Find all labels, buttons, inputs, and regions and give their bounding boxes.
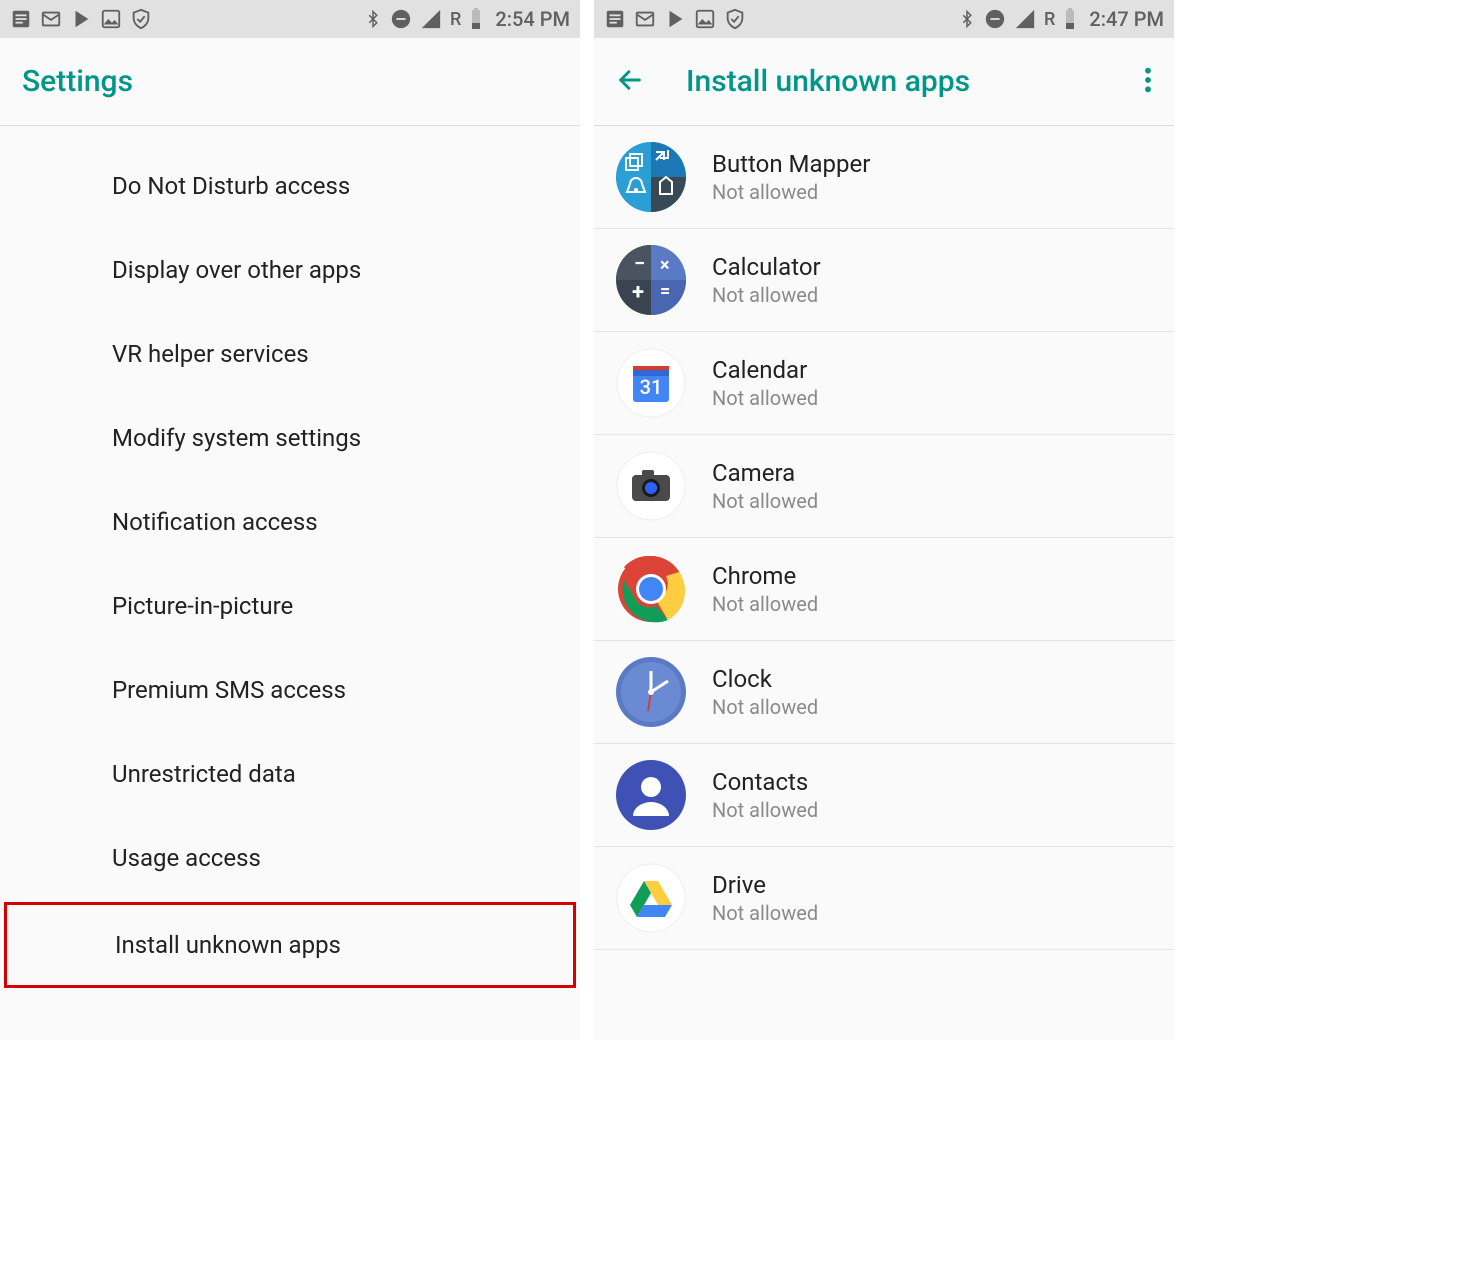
- settings-item[interactable]: Modify system settings: [0, 396, 580, 480]
- settings-item[interactable]: Notification access: [0, 480, 580, 564]
- svg-text:31: 31: [640, 375, 663, 399]
- svg-text:−: −: [634, 251, 645, 275]
- bluetooth-icon: [958, 7, 976, 31]
- page-title: Install unknown apps: [686, 64, 970, 99]
- status-bar: R 2:47 PM: [594, 0, 1174, 38]
- app-row[interactable]: DriveNot allowed: [594, 847, 1174, 950]
- battery-icon: [469, 7, 483, 31]
- app-status: Not allowed: [712, 386, 818, 410]
- calculator-icon: −× + =: [616, 245, 686, 315]
- app-name: Clock: [712, 665, 818, 693]
- calendar-icon: 31: [616, 348, 686, 418]
- shield-icon: [130, 8, 152, 30]
- dnd-icon: [984, 8, 1006, 30]
- image-icon: [694, 8, 716, 30]
- app-name: Contacts: [712, 768, 818, 796]
- app-name: Drive: [712, 871, 818, 899]
- clock-time: 2:47 PM: [1089, 7, 1164, 31]
- image-icon: [100, 8, 122, 30]
- svg-text:=: =: [660, 281, 670, 302]
- app-name: Camera: [712, 459, 818, 487]
- app-status: Not allowed: [712, 592, 818, 616]
- settings-item[interactable]: VR helper services: [0, 312, 580, 396]
- phone-left: R 2:54 PM Settings Device admin apps Do …: [0, 0, 580, 1040]
- app-list: Button MapperNot allowed−×+=CalculatorNo…: [594, 126, 1174, 1040]
- settings-item[interactable]: Unrestricted data: [0, 732, 580, 816]
- app-row[interactable]: Button MapperNot allowed: [594, 126, 1174, 229]
- more-vert-icon: [1144, 66, 1152, 94]
- signal-icon: [1014, 8, 1036, 30]
- notification-icon: [604, 8, 626, 30]
- app-row[interactable]: ClockNot allowed: [594, 641, 1174, 744]
- app-status: Not allowed: [712, 489, 818, 513]
- overflow-menu-button[interactable]: [1144, 66, 1152, 98]
- shield-icon: [724, 8, 746, 30]
- network-type: R: [450, 9, 461, 30]
- page-title: Settings: [22, 64, 133, 99]
- app-status: Not allowed: [712, 901, 818, 925]
- bluetooth-icon: [364, 7, 382, 31]
- app-status: Not allowed: [712, 695, 818, 719]
- app-status: Not allowed: [712, 283, 821, 307]
- settings-list: Device admin apps Do Not Disturb access …: [0, 126, 580, 1040]
- chrome-icon: [616, 554, 686, 624]
- app-status: Not allowed: [712, 798, 818, 822]
- settings-item[interactable]: Do Not Disturb access: [0, 144, 580, 228]
- phone-right: R 2:47 PM Install unknown apps Button Ma…: [594, 0, 1174, 1040]
- network-type: R: [1044, 9, 1055, 30]
- app-row[interactable]: ContactsNot allowed: [594, 744, 1174, 847]
- clock-icon: [616, 657, 686, 727]
- app-name: Calendar: [712, 356, 818, 384]
- play-icon: [70, 8, 92, 30]
- app-row[interactable]: −× + = CalculatorNot allowed: [594, 229, 1174, 332]
- arrow-back-icon: [616, 66, 644, 94]
- app-name: Chrome: [712, 562, 818, 590]
- app-row[interactable]: ChromeNot allowed: [594, 538, 1174, 641]
- app-row[interactable]: CameraNot allowed: [594, 435, 1174, 538]
- settings-item-install-unknown[interactable]: Install unknown apps: [7, 905, 573, 985]
- notification-icon: [10, 8, 32, 30]
- settings-item[interactable]: Usage access: [0, 816, 580, 900]
- settings-item[interactable]: Premium SMS access: [0, 648, 580, 732]
- back-button[interactable]: [616, 66, 644, 98]
- app-name: Calculator: [712, 253, 821, 281]
- battery-icon: [1063, 7, 1077, 31]
- contacts-icon: [616, 760, 686, 830]
- svg-text:+: +: [632, 280, 644, 305]
- app-bar: Settings: [0, 38, 580, 126]
- buttonmapper-icon: [616, 142, 686, 212]
- signal-icon: [420, 8, 442, 30]
- settings-item[interactable]: Picture-in-picture: [0, 564, 580, 648]
- dnd-icon: [390, 8, 412, 30]
- play-icon: [664, 8, 686, 30]
- camera-icon: [616, 451, 686, 521]
- gmail-icon: [40, 8, 62, 30]
- gmail-icon: [634, 8, 656, 30]
- clock-time: 2:54 PM: [495, 7, 570, 31]
- drive-icon: [616, 863, 686, 933]
- app-bar: Install unknown apps: [594, 38, 1174, 126]
- app-name: Button Mapper: [712, 150, 870, 178]
- status-bar: R 2:54 PM: [0, 0, 580, 38]
- app-status: Not allowed: [712, 180, 870, 204]
- settings-item[interactable]: Display over other apps: [0, 228, 580, 312]
- svg-text:×: ×: [660, 255, 670, 276]
- highlight-annotation: Install unknown apps: [4, 902, 576, 988]
- app-row[interactable]: 31 CalendarNot allowed: [594, 332, 1174, 435]
